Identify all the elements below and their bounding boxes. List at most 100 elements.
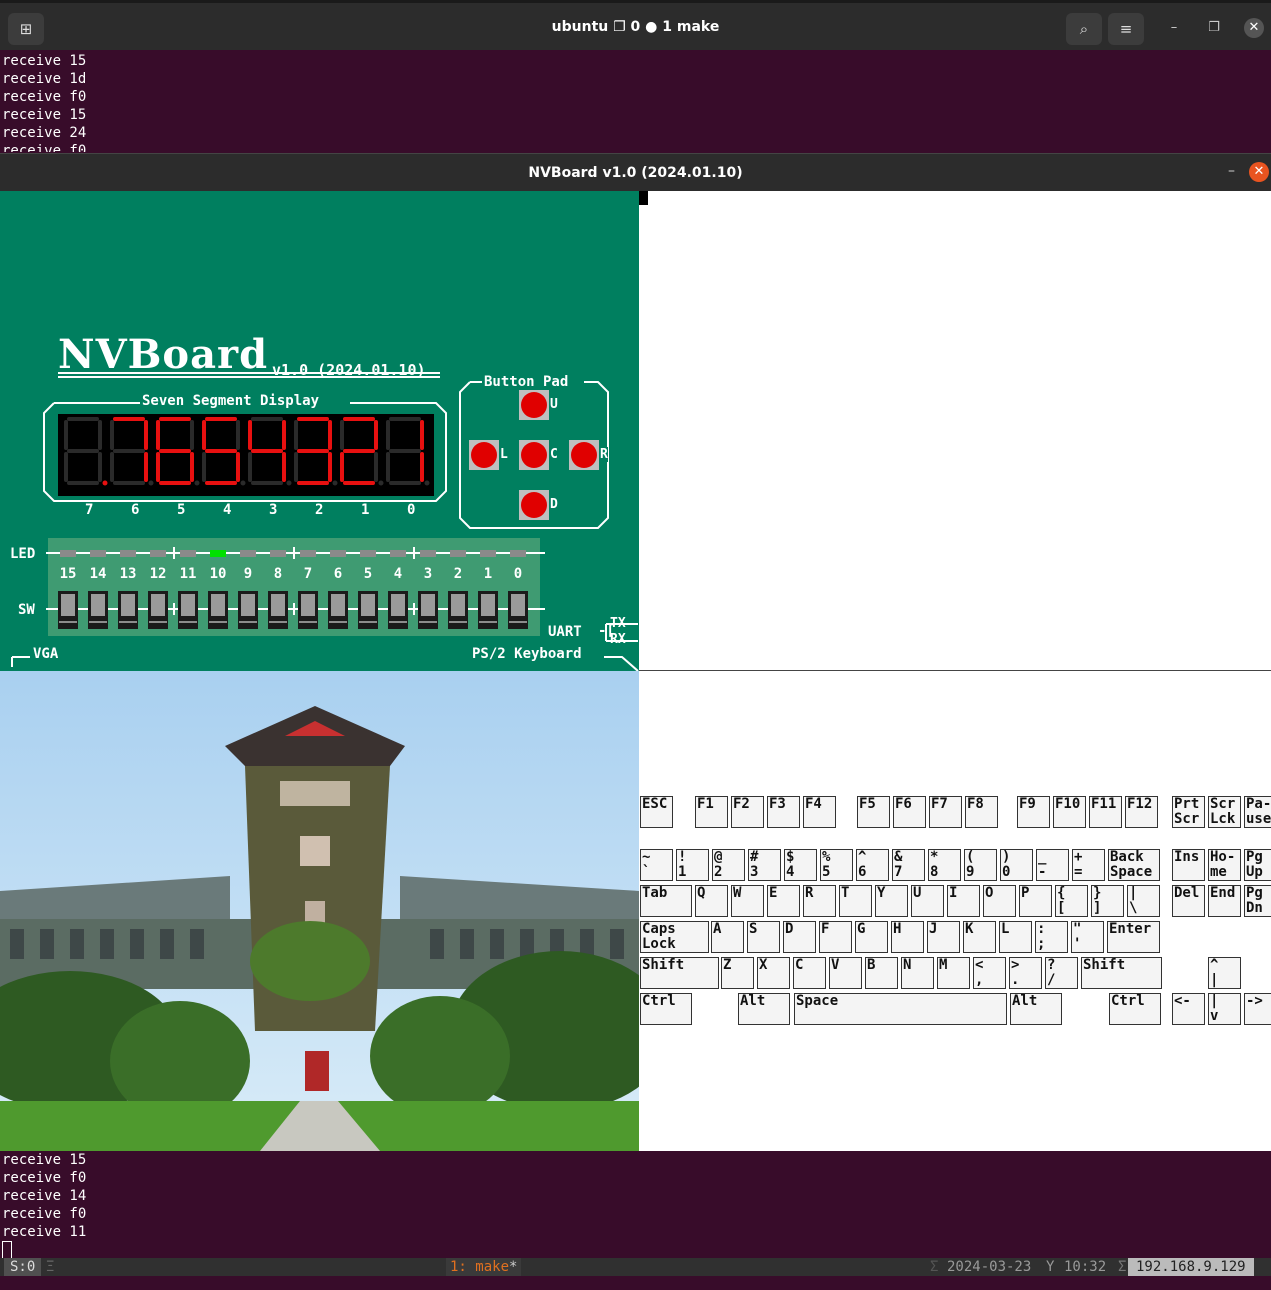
- keyboard-key[interactable]: C: [793, 957, 826, 989]
- switch-handle[interactable]: [361, 594, 375, 616]
- keyboard-key[interactable]: O: [983, 885, 1016, 917]
- button-left[interactable]: [471, 442, 497, 468]
- minimize-icon[interactable]: –: [1228, 163, 1235, 179]
- switch-handle[interactable]: [511, 594, 525, 616]
- keyboard-key[interactable]: Caps Lock: [640, 921, 709, 953]
- keyboard-key[interactable]: ( 9: [964, 849, 997, 881]
- keyboard-key[interactable]: Ctrl: [640, 993, 692, 1025]
- keyboard-key[interactable]: F2: [731, 796, 764, 828]
- keyboard-key[interactable]: ? /: [1045, 957, 1078, 989]
- keyboard-key[interactable]: Scr Lck: [1208, 796, 1241, 828]
- keyboard-key[interactable]: Alt: [1010, 993, 1062, 1025]
- keyboard-key[interactable]: F3: [767, 796, 800, 828]
- keyboard-key[interactable]: ! 1: [676, 849, 709, 881]
- switch-handle[interactable]: [151, 594, 165, 616]
- keyboard-key[interactable]: Z: [721, 957, 754, 989]
- button-right[interactable]: [571, 442, 597, 468]
- keyboard-key[interactable]: F: [819, 921, 852, 953]
- keyboard-key[interactable]: U: [911, 885, 944, 917]
- keyboard-key[interactable]: F6: [893, 796, 926, 828]
- keyboard-key[interactable]: Pa- use: [1244, 796, 1271, 828]
- terminal-cursor[interactable]: [2, 1241, 12, 1259]
- keyboard-key[interactable]: & 7: [892, 849, 925, 881]
- keyboard-key[interactable]: ->: [1244, 993, 1271, 1025]
- switch[interactable]: [118, 591, 138, 629]
- keyboard-key[interactable]: Pg Up: [1244, 849, 1271, 881]
- keyboard-key[interactable]: V: [829, 957, 862, 989]
- keyboard-key[interactable]: F7: [929, 796, 962, 828]
- button-center[interactable]: [521, 442, 547, 468]
- switch[interactable]: [238, 591, 258, 629]
- switch-handle[interactable]: [421, 594, 435, 616]
- keyboard-key[interactable]: N: [901, 957, 934, 989]
- keyboard-key[interactable]: Back Space: [1108, 849, 1160, 881]
- keyboard-key[interactable]: H: [891, 921, 924, 953]
- keyboard-key[interactable]: { [: [1055, 885, 1088, 917]
- keyboard-key[interactable]: Tab: [640, 885, 692, 917]
- button-up[interactable]: [521, 392, 547, 418]
- keyboard-key[interactable]: ) 0: [1000, 849, 1033, 881]
- keyboard-key[interactable]: Q: [695, 885, 728, 917]
- switch[interactable]: [208, 591, 228, 629]
- keyboard-key[interactable]: E: [767, 885, 800, 917]
- keyboard-key[interactable]: T: [839, 885, 872, 917]
- keyboard-key[interactable]: F1: [695, 796, 728, 828]
- keyboard-key[interactable]: F12: [1125, 796, 1158, 828]
- keyboard-key[interactable]: $ 4: [784, 849, 817, 881]
- keyboard-key[interactable]: < ,: [973, 957, 1006, 989]
- keyboard-key[interactable]: + =: [1072, 849, 1105, 881]
- keyboard-key[interactable]: F5: [857, 796, 890, 828]
- switch[interactable]: [418, 591, 438, 629]
- keyboard-key[interactable]: K: [963, 921, 996, 953]
- switch-handle[interactable]: [121, 594, 135, 616]
- keyboard-key[interactable]: Ho- me: [1208, 849, 1241, 881]
- keyboard-key[interactable]: J: [927, 921, 960, 953]
- keyboard-key[interactable]: * 8: [928, 849, 961, 881]
- keyboard-key[interactable]: P: [1019, 885, 1052, 917]
- keyboard-key[interactable]: Del: [1172, 885, 1205, 917]
- switch[interactable]: [58, 591, 78, 629]
- search-icon[interactable]: ⌕: [1066, 13, 1102, 45]
- keyboard-key[interactable]: ESC: [640, 796, 673, 828]
- close-icon[interactable]: ✕: [1249, 162, 1269, 182]
- switch-handle[interactable]: [61, 594, 75, 616]
- keyboard-key[interactable]: L: [999, 921, 1032, 953]
- minimize-icon[interactable]: –: [1164, 18, 1184, 38]
- keyboard-key[interactable]: ~ `: [640, 849, 673, 881]
- switch[interactable]: [358, 591, 378, 629]
- button-down[interactable]: [521, 492, 547, 518]
- switch-handle[interactable]: [481, 594, 495, 616]
- keyboard-key[interactable]: ^ |: [1208, 957, 1241, 989]
- keyboard-key[interactable]: A: [711, 921, 744, 953]
- keyboard-key[interactable]: Prt Scr: [1172, 796, 1205, 828]
- keyboard-key[interactable]: @ 2: [712, 849, 745, 881]
- switch-handle[interactable]: [271, 594, 285, 616]
- keyboard-key[interactable]: | v: [1208, 993, 1241, 1025]
- keyboard-key[interactable]: Enter: [1107, 921, 1160, 953]
- keyboard-key[interactable]: R: [803, 885, 836, 917]
- keyboard-key[interactable]: } ]: [1091, 885, 1124, 917]
- keyboard-key[interactable]: F11: [1089, 796, 1122, 828]
- keyboard-key[interactable]: S: [747, 921, 780, 953]
- keyboard-key[interactable]: Ins: [1172, 849, 1205, 881]
- switch-handle[interactable]: [91, 594, 105, 616]
- keyboard-key[interactable]: _ -: [1036, 849, 1069, 881]
- switch[interactable]: [148, 591, 168, 629]
- switch[interactable]: [328, 591, 348, 629]
- switch-handle[interactable]: [451, 594, 465, 616]
- keyboard-key[interactable]: M: [937, 957, 970, 989]
- keyboard-key[interactable]: " ': [1071, 921, 1104, 953]
- keyboard-key[interactable]: X: [757, 957, 790, 989]
- close-icon[interactable]: ✕: [1244, 18, 1264, 38]
- keyboard-key[interactable]: Ctrl: [1109, 993, 1161, 1025]
- switch[interactable]: [268, 591, 288, 629]
- switch[interactable]: [298, 591, 318, 629]
- keyboard-key[interactable]: F4: [803, 796, 836, 828]
- keyboard-key[interactable]: G: [855, 921, 888, 953]
- switch-handle[interactable]: [181, 594, 195, 616]
- switch[interactable]: [388, 591, 408, 629]
- menu-icon[interactable]: ≡: [1108, 13, 1144, 45]
- switch-handle[interactable]: [241, 594, 255, 616]
- keyboard-key[interactable]: | \: [1127, 885, 1160, 917]
- keyboard-key[interactable]: <-: [1172, 993, 1205, 1025]
